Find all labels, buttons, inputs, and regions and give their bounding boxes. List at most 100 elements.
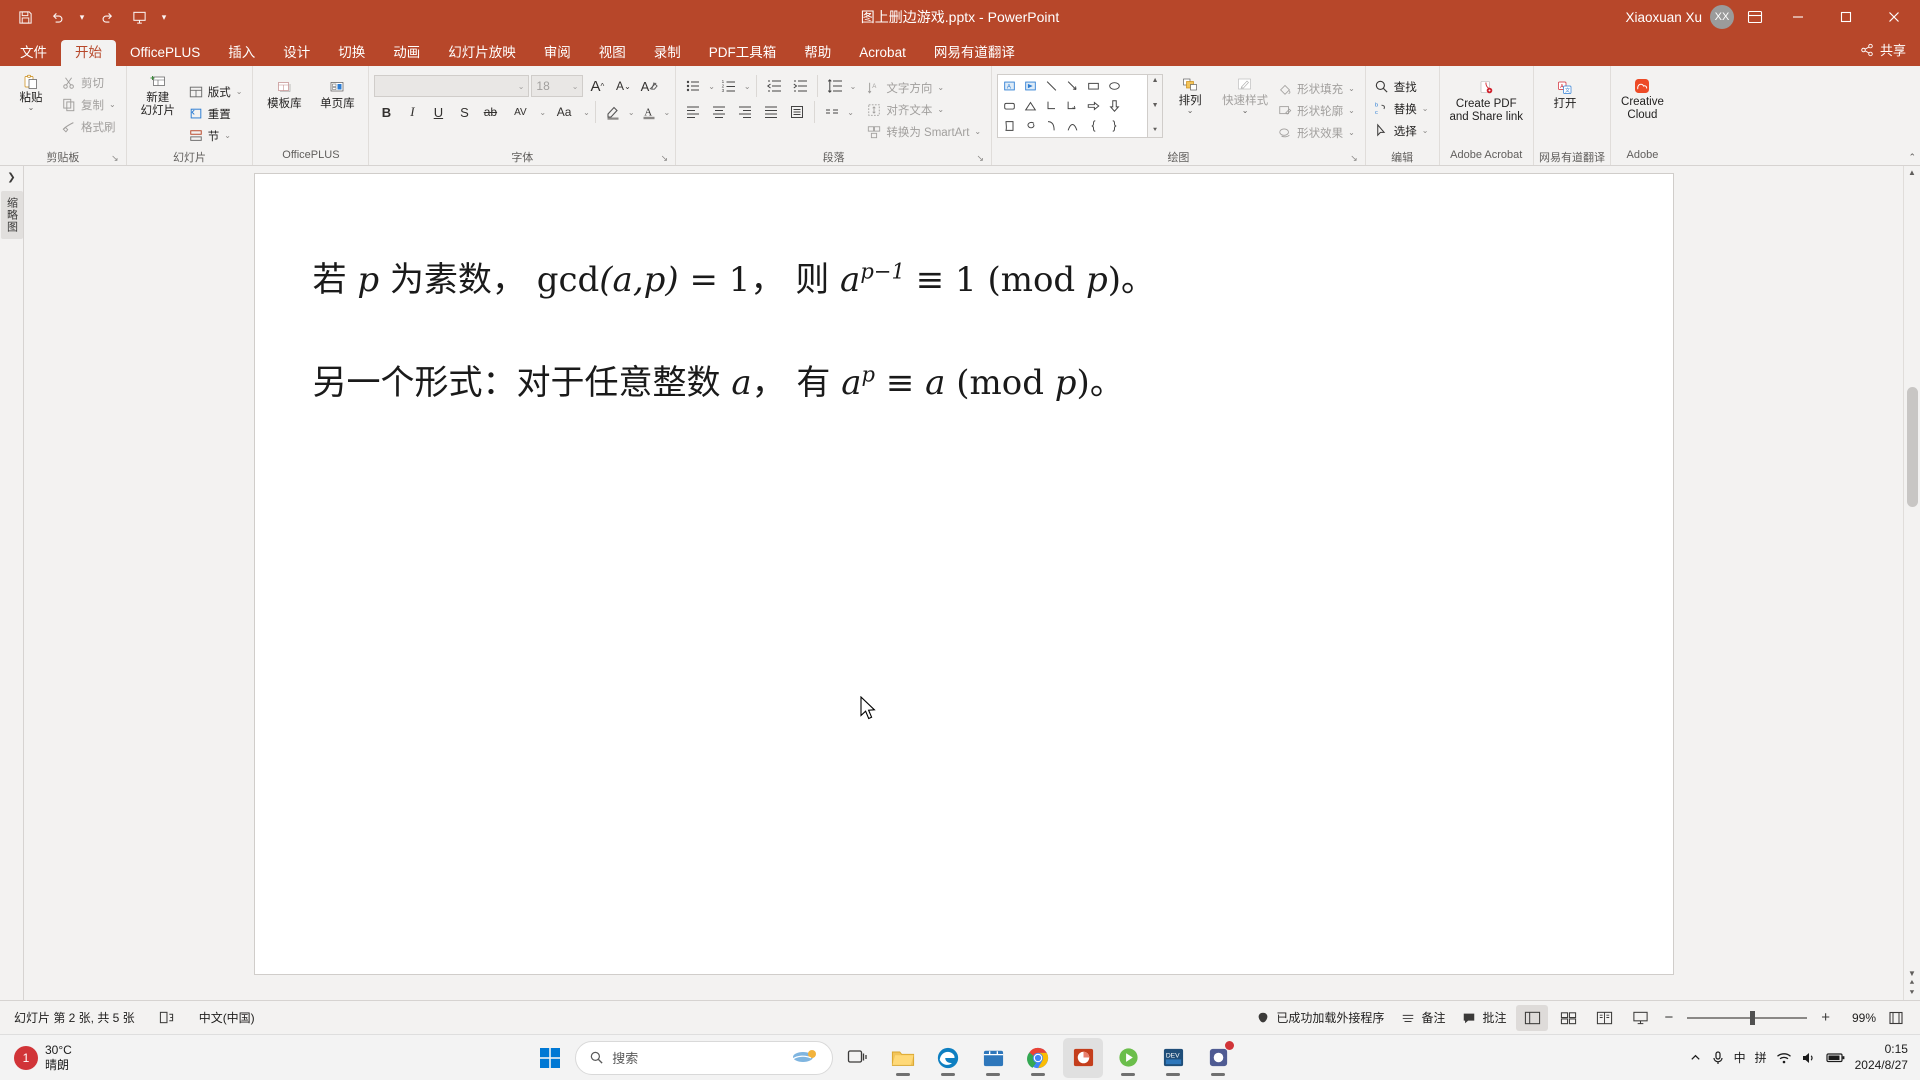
copy-button[interactable]: 复制 ⌄	[58, 94, 121, 115]
volume-icon[interactable]	[1801, 1051, 1817, 1065]
edge-icon[interactable]	[928, 1038, 968, 1078]
paste-chevron-down-icon[interactable]: ⌄	[28, 104, 35, 111]
user-name[interactable]: Xiaoxuan Xu	[1625, 10, 1702, 25]
notification-app-icon[interactable]	[1198, 1038, 1238, 1078]
new-slide-button[interactable]: 新建 幻灯片	[132, 71, 184, 121]
slide-surface[interactable]: 若 p 为素数， gcd(a,p) = 1， 则 ap−1 ≡ 1 (mod p…	[254, 174, 1673, 974]
battery-icon[interactable]	[1825, 1051, 1846, 1064]
zoom-slider[interactable]	[1687, 1010, 1808, 1025]
shapes-scroll-down-icon[interactable]: ▼	[1152, 102, 1159, 109]
align-text-chevron-down-icon[interactable]: ⌄	[937, 105, 944, 114]
shape-curve-1[interactable]	[1041, 116, 1062, 136]
page-library-button[interactable]: 单页库	[311, 77, 363, 114]
character-spacing-button[interactable]: AV	[504, 101, 536, 123]
view-slideshow-button[interactable]	[1624, 1005, 1656, 1031]
powerpoint-icon[interactable]	[1063, 1037, 1104, 1078]
tab-animations[interactable]: 动画	[379, 40, 434, 67]
tab-insert[interactable]: 插入	[214, 40, 269, 67]
fit-slide-button[interactable]	[1880, 1005, 1912, 1031]
shape-line[interactable]	[1041, 76, 1062, 96]
bullets-chevron-down-icon[interactable]: ⌄	[708, 82, 715, 91]
start-slideshow-icon[interactable]	[124, 4, 154, 30]
tab-view[interactable]: 视图	[585, 40, 640, 67]
font-size-chevron-down-icon[interactable]: ⌄	[572, 82, 579, 91]
view-normal-button[interactable]	[1516, 1004, 1549, 1031]
shapes-more-icon[interactable]: ⯆	[1152, 127, 1158, 135]
store-icon[interactable]	[973, 1038, 1013, 1078]
start-button[interactable]	[530, 1038, 570, 1078]
zoom-slider-thumb[interactable]	[1750, 1010, 1756, 1025]
shape-effects-chevron-down-icon[interactable]: ⌄	[1348, 128, 1355, 137]
tab-home[interactable]: 开始	[61, 39, 116, 66]
thumbnail-pane-collapsed[interactable]: ❯ 缩略图	[0, 166, 24, 1000]
distribute-button[interactable]	[785, 101, 809, 123]
align-right-button[interactable]	[733, 101, 757, 123]
clipboard-dialog-launcher[interactable]: ↘	[111, 153, 119, 164]
text-highlight-color-button[interactable]	[601, 101, 625, 123]
zoom-out-button[interactable]: −	[1660, 1009, 1677, 1026]
shapes-scroll-up-icon[interactable]: ▲	[1152, 77, 1159, 84]
tab-help[interactable]: 帮助	[790, 40, 845, 67]
shape-fill-button[interactable]: 形状填充 ⌄	[1274, 78, 1360, 99]
shape-elbow-arrow[interactable]	[1062, 96, 1083, 116]
arrange-button[interactable]: 排列 ⌄	[1164, 74, 1216, 117]
change-case-chevron-down-icon[interactable]: ⌄	[583, 108, 590, 117]
replace-button[interactable]: bc 替换 ⌄	[1371, 98, 1434, 119]
bold-button[interactable]: B	[374, 101, 398, 123]
youdao-open-button[interactable]: A文 打开	[1539, 77, 1591, 114]
language-indicator[interactable]: 中文(中国)	[193, 1006, 261, 1029]
slide-text-line-2[interactable]: 另一个形式：对于任意整数 a， 有 ap ≡ a (mod p)。	[313, 355, 1615, 404]
addin-status[interactable]: 已成功加载外接程序	[1249, 1006, 1390, 1029]
template-library-button[interactable]: 模板库	[258, 77, 310, 114]
ime-mode-indicator[interactable]: 中	[1734, 1049, 1746, 1066]
pinyin-indicator[interactable]: 拼	[1755, 1049, 1767, 1066]
shape-rectangle[interactable]	[1083, 76, 1104, 96]
shape-outline-chevron-down-icon[interactable]: ⌄	[1348, 106, 1355, 115]
tab-youdao[interactable]: 网易有道翻译	[920, 40, 1029, 67]
tab-pdf-toolbox[interactable]: PDF工具箱	[695, 40, 791, 67]
accessibility-button[interactable]	[153, 1007, 181, 1029]
undo-icon[interactable]	[42, 4, 72, 30]
replace-chevron-down-icon[interactable]: ⌄	[1422, 104, 1429, 113]
character-spacing-chevron-down-icon[interactable]: ⌄	[539, 108, 546, 117]
slide-text-line-1[interactable]: 若 p 为素数， gcd(a,p) = 1， 则 ap−1 ≡ 1 (mod p…	[313, 252, 1615, 301]
taskbar-search-input[interactable]: 搜索	[575, 1040, 834, 1075]
align-text-button[interactable]: 对齐文本 ⌄	[863, 99, 986, 120]
scroll-up-icon[interactable]: ▲	[1908, 168, 1916, 177]
decrease-font-size-button[interactable]: A ⌄	[611, 75, 635, 97]
microphone-icon[interactable]	[1711, 1050, 1725, 1066]
font-name-input[interactable]: ⌄	[374, 75, 530, 97]
numbering-chevron-down-icon[interactable]: ⌄	[744, 82, 751, 91]
next-slide-icon[interactable]: ⯆	[1909, 988, 1915, 998]
italic-button[interactable]: I	[400, 101, 424, 123]
close-button[interactable]	[1872, 0, 1916, 34]
shape-right-brace[interactable]	[1104, 116, 1125, 136]
shape-placeholder-1[interactable]	[1125, 76, 1146, 96]
paragraph-dialog-launcher[interactable]: ↘	[977, 153, 985, 164]
expand-thumbnails-icon[interactable]: ❯	[7, 172, 15, 183]
layout-button[interactable]: 版式 ⌄	[185, 81, 248, 102]
tab-review[interactable]: 审阅	[530, 40, 585, 67]
drawing-dialog-launcher[interactable]: ↘	[1350, 153, 1358, 164]
tab-transitions[interactable]: 切换	[324, 40, 379, 67]
network-icon[interactable]	[1776, 1051, 1792, 1065]
reset-button[interactable]: 重置	[185, 103, 248, 124]
task-view-button[interactable]	[838, 1038, 878, 1078]
redo-icon[interactable]	[92, 4, 122, 30]
media-icon[interactable]	[1108, 1038, 1148, 1078]
ribbon-display-options-icon[interactable]	[1738, 0, 1772, 34]
format-painter-button[interactable]: 格式刷	[58, 116, 121, 137]
text-direction-button[interactable]: A 文字方向 ⌄	[863, 77, 986, 98]
align-left-button[interactable]	[681, 101, 705, 123]
shape-placeholder-3[interactable]	[1125, 116, 1146, 136]
notes-button[interactable]: 备注	[1394, 1006, 1451, 1029]
font-color-button[interactable]: A	[637, 101, 661, 123]
text-direction-chevron-down-icon[interactable]: ⌄	[937, 83, 944, 92]
shape-fill-chevron-down-icon[interactable]: ⌄	[1348, 84, 1355, 93]
section-chevron-down-icon[interactable]: ⌄	[224, 131, 231, 140]
tab-slideshow[interactable]: 幻灯片放映	[434, 40, 530, 67]
shape-down-arrow[interactable]	[1104, 96, 1125, 116]
columns-chevron-down-icon[interactable]: ⌄	[847, 108, 854, 117]
numbering-button[interactable]: 123	[717, 75, 741, 97]
change-case-button[interactable]: Aa	[548, 101, 580, 123]
